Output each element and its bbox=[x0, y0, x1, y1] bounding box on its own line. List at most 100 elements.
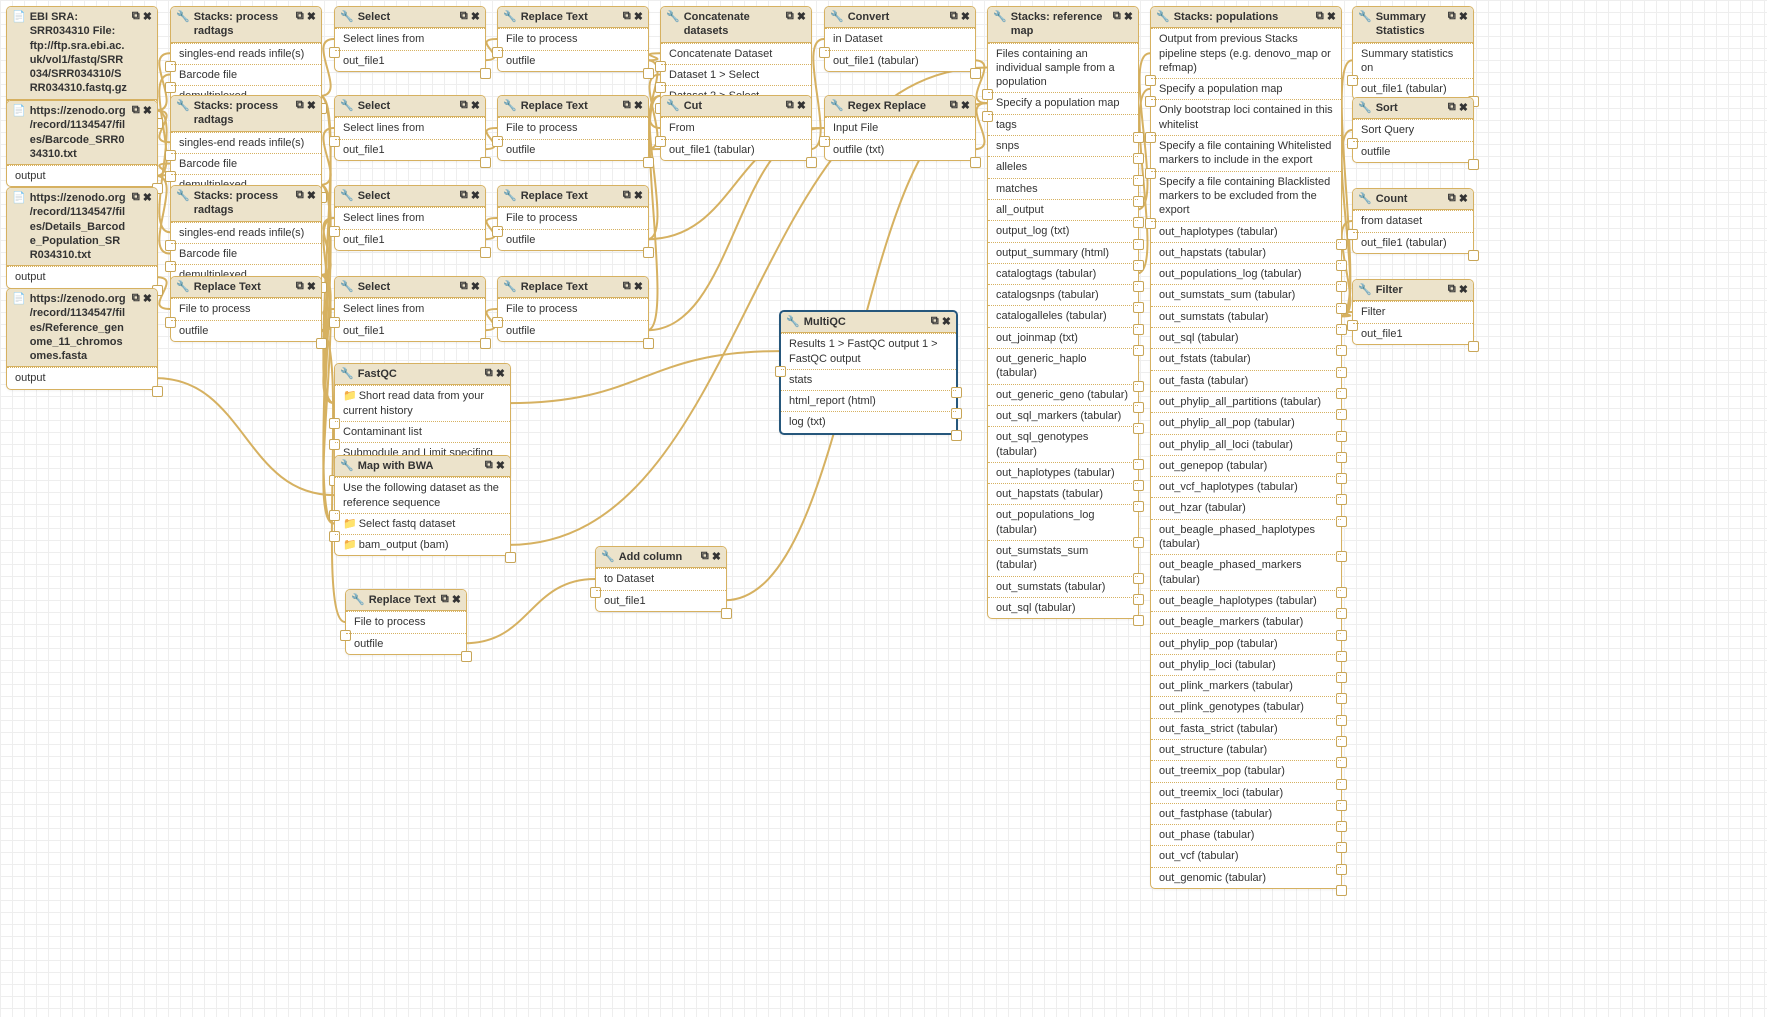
node-n11[interactable]: 🔧Select⧉✖Select lines fromout_file1 bbox=[334, 185, 486, 251]
copy-icon[interactable]: ⧉ bbox=[786, 99, 794, 112]
node-n14[interactable]: 🔧Map with BWA⧉✖Use the following dataset… bbox=[334, 455, 511, 556]
copy-icon[interactable]: ⧉ bbox=[132, 104, 140, 117]
close-icon[interactable]: ✖ bbox=[961, 10, 970, 23]
close-icon[interactable]: ✖ bbox=[634, 99, 643, 112]
node-n19[interactable]: 🔧Replace Text⧉✖File to processoutfile bbox=[497, 276, 649, 342]
close-icon[interactable]: ✖ bbox=[471, 10, 480, 23]
copy-icon[interactable]: ⧉ bbox=[950, 10, 958, 23]
output-port[interactable] bbox=[951, 430, 962, 441]
node-n23[interactable]: 🔧MultiQC⧉✖Results 1 > FastQC output 1 > … bbox=[779, 310, 958, 435]
close-icon[interactable]: ✖ bbox=[1459, 192, 1468, 205]
copy-icon[interactable]: ⧉ bbox=[485, 459, 493, 472]
node-n31[interactable]: 🔧Filter⧉✖Filterout_file1 bbox=[1352, 279, 1474, 345]
node-n29[interactable]: 🔧Sort⧉✖Sort Queryoutfile bbox=[1352, 97, 1474, 163]
node-n18[interactable]: 🔧Replace Text⧉✖File to processoutfile bbox=[497, 185, 649, 251]
node-n7[interactable]: 🔧Stacks: process radtags⧉✖singles-end re… bbox=[170, 185, 322, 286]
close-icon[interactable]: ✖ bbox=[797, 99, 806, 112]
output-port[interactable] bbox=[970, 68, 981, 79]
copy-icon[interactable]: ⧉ bbox=[1448, 192, 1456, 205]
node-n28[interactable]: 🔧Summary Statistics⧉✖Summary statistics … bbox=[1352, 6, 1474, 100]
output-port[interactable] bbox=[1133, 615, 1144, 626]
node-n3[interactable]: 📄https://zenodo.org/record/1134547/files… bbox=[6, 187, 158, 289]
close-icon[interactable]: ✖ bbox=[1327, 10, 1336, 23]
copy-icon[interactable]: ⧉ bbox=[296, 189, 304, 202]
close-icon[interactable]: ✖ bbox=[1124, 10, 1133, 23]
node-n30[interactable]: 🔧Count⧉✖from datasetout_file1 (tabular) bbox=[1352, 188, 1474, 254]
copy-icon[interactable]: ⧉ bbox=[460, 99, 468, 112]
output-port[interactable] bbox=[721, 608, 732, 619]
close-icon[interactable]: ✖ bbox=[634, 189, 643, 202]
close-icon[interactable]: ✖ bbox=[143, 10, 152, 23]
close-icon[interactable]: ✖ bbox=[452, 593, 461, 606]
close-icon[interactable]: ✖ bbox=[1459, 101, 1468, 114]
node-n9[interactable]: 🔧Select⧉✖Select lines fromout_file1 bbox=[334, 6, 486, 72]
close-icon[interactable]: ✖ bbox=[634, 10, 643, 23]
copy-icon[interactable]: ⧉ bbox=[623, 189, 631, 202]
close-icon[interactable]: ✖ bbox=[307, 99, 316, 112]
output-port[interactable] bbox=[806, 157, 817, 168]
close-icon[interactable]: ✖ bbox=[307, 280, 316, 293]
node-n20[interactable]: 🔧Add column⧉✖to Datasetout_file1 bbox=[595, 546, 727, 612]
output-port[interactable] bbox=[643, 157, 654, 168]
close-icon[interactable]: ✖ bbox=[1459, 283, 1468, 296]
copy-icon[interactable]: ⧉ bbox=[441, 593, 449, 606]
close-icon[interactable]: ✖ bbox=[797, 10, 806, 23]
copy-icon[interactable]: ⧉ bbox=[701, 550, 709, 563]
node-n4[interactable]: 📄https://zenodo.org/record/1134547/files… bbox=[6, 288, 158, 390]
close-icon[interactable]: ✖ bbox=[496, 459, 505, 472]
node-n8[interactable]: 🔧Replace Text⧉✖File to processoutfile bbox=[170, 276, 322, 342]
output-port[interactable] bbox=[316, 338, 327, 349]
node-n24[interactable]: 🔧Convert⧉✖in Datasetout_file1 (tabular) bbox=[824, 6, 976, 72]
node-n21[interactable]: 🔧Concatenate datasets⧉✖Concatenate Datas… bbox=[660, 6, 812, 107]
output-port[interactable] bbox=[480, 68, 491, 79]
copy-icon[interactable]: ⧉ bbox=[623, 280, 631, 293]
node-n6[interactable]: 🔧Stacks: process radtags⧉✖singles-end re… bbox=[170, 95, 322, 196]
copy-icon[interactable]: ⧉ bbox=[1448, 101, 1456, 114]
output-port[interactable] bbox=[1468, 341, 1479, 352]
copy-icon[interactable]: ⧉ bbox=[460, 10, 468, 23]
close-icon[interactable]: ✖ bbox=[143, 191, 152, 204]
copy-icon[interactable]: ⧉ bbox=[931, 315, 939, 328]
node-n2[interactable]: 📄https://zenodo.org/record/1134547/files… bbox=[6, 100, 158, 187]
close-icon[interactable]: ✖ bbox=[712, 550, 721, 563]
node-n15[interactable]: 🔧Replace Text⧉✖File to processoutfile bbox=[345, 589, 467, 655]
close-icon[interactable]: ✖ bbox=[143, 104, 152, 117]
output-port[interactable] bbox=[152, 386, 163, 397]
output-port[interactable] bbox=[480, 247, 491, 258]
close-icon[interactable]: ✖ bbox=[307, 10, 316, 23]
close-icon[interactable]: ✖ bbox=[942, 315, 951, 328]
copy-icon[interactable]: ⧉ bbox=[786, 10, 794, 23]
copy-icon[interactable]: ⧉ bbox=[1448, 283, 1456, 296]
close-icon[interactable]: ✖ bbox=[961, 99, 970, 112]
output-port[interactable] bbox=[1468, 159, 1479, 170]
output-port[interactable] bbox=[480, 157, 491, 168]
copy-icon[interactable]: ⧉ bbox=[623, 99, 631, 112]
output-port[interactable] bbox=[505, 552, 516, 563]
copy-icon[interactable]: ⧉ bbox=[623, 10, 631, 23]
output-port[interactable] bbox=[643, 247, 654, 258]
output-port[interactable] bbox=[970, 157, 981, 168]
close-icon[interactable]: ✖ bbox=[143, 292, 152, 305]
output-port[interactable] bbox=[643, 68, 654, 79]
close-icon[interactable]: ✖ bbox=[496, 367, 505, 380]
close-icon[interactable]: ✖ bbox=[471, 99, 480, 112]
node-n26[interactable]: 🔧Stacks: reference map⧉✖Files containing… bbox=[987, 6, 1139, 619]
copy-icon[interactable]: ⧉ bbox=[485, 367, 493, 380]
copy-icon[interactable]: ⧉ bbox=[950, 99, 958, 112]
node-n27[interactable]: 🔧Stacks: populations⧉✖Output from previo… bbox=[1150, 6, 1342, 889]
copy-icon[interactable]: ⧉ bbox=[1316, 10, 1324, 23]
workflow-canvas[interactable]: 📄EBI SRA: SRR034310 File: ftp://ftp.sra.… bbox=[0, 0, 1767, 1017]
copy-icon[interactable]: ⧉ bbox=[460, 189, 468, 202]
close-icon[interactable]: ✖ bbox=[1459, 10, 1468, 23]
copy-icon[interactable]: ⧉ bbox=[460, 280, 468, 293]
output-port[interactable] bbox=[643, 338, 654, 349]
node-n16[interactable]: 🔧Replace Text⧉✖File to processoutfile bbox=[497, 6, 649, 72]
node-n25[interactable]: 🔧Regex Replace⧉✖Input Fileoutfile (txt) bbox=[824, 95, 976, 161]
copy-icon[interactable]: ⧉ bbox=[296, 99, 304, 112]
copy-icon[interactable]: ⧉ bbox=[132, 10, 140, 23]
close-icon[interactable]: ✖ bbox=[307, 189, 316, 202]
copy-icon[interactable]: ⧉ bbox=[1113, 10, 1121, 23]
node-n10[interactable]: 🔧Select⧉✖Select lines fromout_file1 bbox=[334, 95, 486, 161]
node-n5[interactable]: 🔧Stacks: process radtags⧉✖singles-end re… bbox=[170, 6, 322, 107]
copy-icon[interactable]: ⧉ bbox=[296, 10, 304, 23]
